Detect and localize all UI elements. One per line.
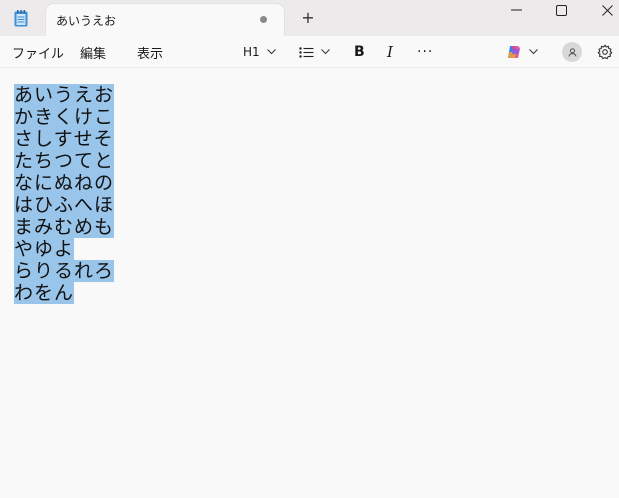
person-icon <box>568 47 576 57</box>
text-line: かきくけこ <box>14 106 115 128</box>
heading-label: H1 <box>243 45 260 59</box>
tab-title: あいうえお <box>56 14 117 28</box>
text-line: あいうえお <box>14 84 115 106</box>
text-line: さしすせそ <box>14 128 114 150</box>
notepad-window: あいうえお + ファイル 編集 表示 H1 B I ··· あいうえお かきくけ… <box>0 0 619 498</box>
document-text[interactable]: あいうえお かきくけこ さしすせそ たちつてと なにぬねの はひふへほ まみむめ… <box>14 84 115 304</box>
selected-text: らりるれろ <box>14 260 115 282</box>
text-line: たちつてと <box>14 150 115 172</box>
selected-text: かきくけこ <box>14 106 115 128</box>
copilot-icon <box>508 46 520 58</box>
new-tab-button[interactable]: + <box>298 9 318 29</box>
selected-text: わをん <box>14 282 75 304</box>
notepad-app-icon <box>14 10 28 27</box>
chevron-down-icon <box>266 49 276 55</box>
heading-dropdown[interactable]: H1 <box>243 42 276 62</box>
close-icon <box>601 4 613 16</box>
italic-button[interactable]: I <box>387 42 393 62</box>
text-line: なにぬねの <box>14 172 115 194</box>
selected-text: あいうえお <box>14 84 115 106</box>
bold-button[interactable]: B <box>354 42 365 62</box>
selected-text: たちつてと <box>14 150 115 172</box>
avatar <box>562 42 582 62</box>
selected-text: さしすせそ <box>14 128 114 150</box>
minimize-icon <box>510 9 522 11</box>
menu-file[interactable]: ファイル <box>12 43 64 62</box>
list-dropdown[interactable] <box>299 42 330 62</box>
tab-document[interactable]: あいうえお <box>46 4 284 36</box>
selected-text: まみむめも <box>14 216 115 238</box>
bulleted-list-icon <box>299 46 314 58</box>
unsaved-indicator-icon[interactable] <box>260 16 267 23</box>
close-button[interactable] <box>584 0 619 20</box>
menu-edit[interactable]: 編集 <box>80 43 106 62</box>
chevron-down-icon <box>529 49 538 55</box>
selected-text: やゆよ <box>14 238 75 260</box>
selected-text: なにぬねの <box>14 172 115 194</box>
menu-bar: ファイル 編集 表示 H1 B I ··· <box>0 36 619 68</box>
text-line: わをん <box>14 282 114 304</box>
text-line: らりるれろ <box>14 260 115 282</box>
text-editor[interactable]: あいうえお かきくけこ さしすせそ たちつてと なにぬねの はひふへほ まみむめ… <box>0 69 619 498</box>
more-options-button[interactable]: ··· <box>417 42 433 62</box>
selected-text: はひふへほ <box>14 194 115 216</box>
maximize-button[interactable] <box>538 0 584 20</box>
text-line: はひふへほ <box>14 194 115 216</box>
chevron-down-icon <box>321 49 330 55</box>
title-bar: あいうえお + <box>0 0 619 36</box>
settings-button[interactable] <box>597 42 613 62</box>
maximize-icon <box>555 4 567 16</box>
minimize-button[interactable] <box>493 0 539 20</box>
text-line: まみむめも <box>14 216 115 238</box>
menu-view[interactable]: 表示 <box>137 43 163 62</box>
text-line: やゆよ <box>14 238 114 260</box>
copilot-dropdown[interactable] <box>506 42 538 62</box>
gear-icon <box>597 44 613 60</box>
account-button[interactable] <box>562 42 582 62</box>
